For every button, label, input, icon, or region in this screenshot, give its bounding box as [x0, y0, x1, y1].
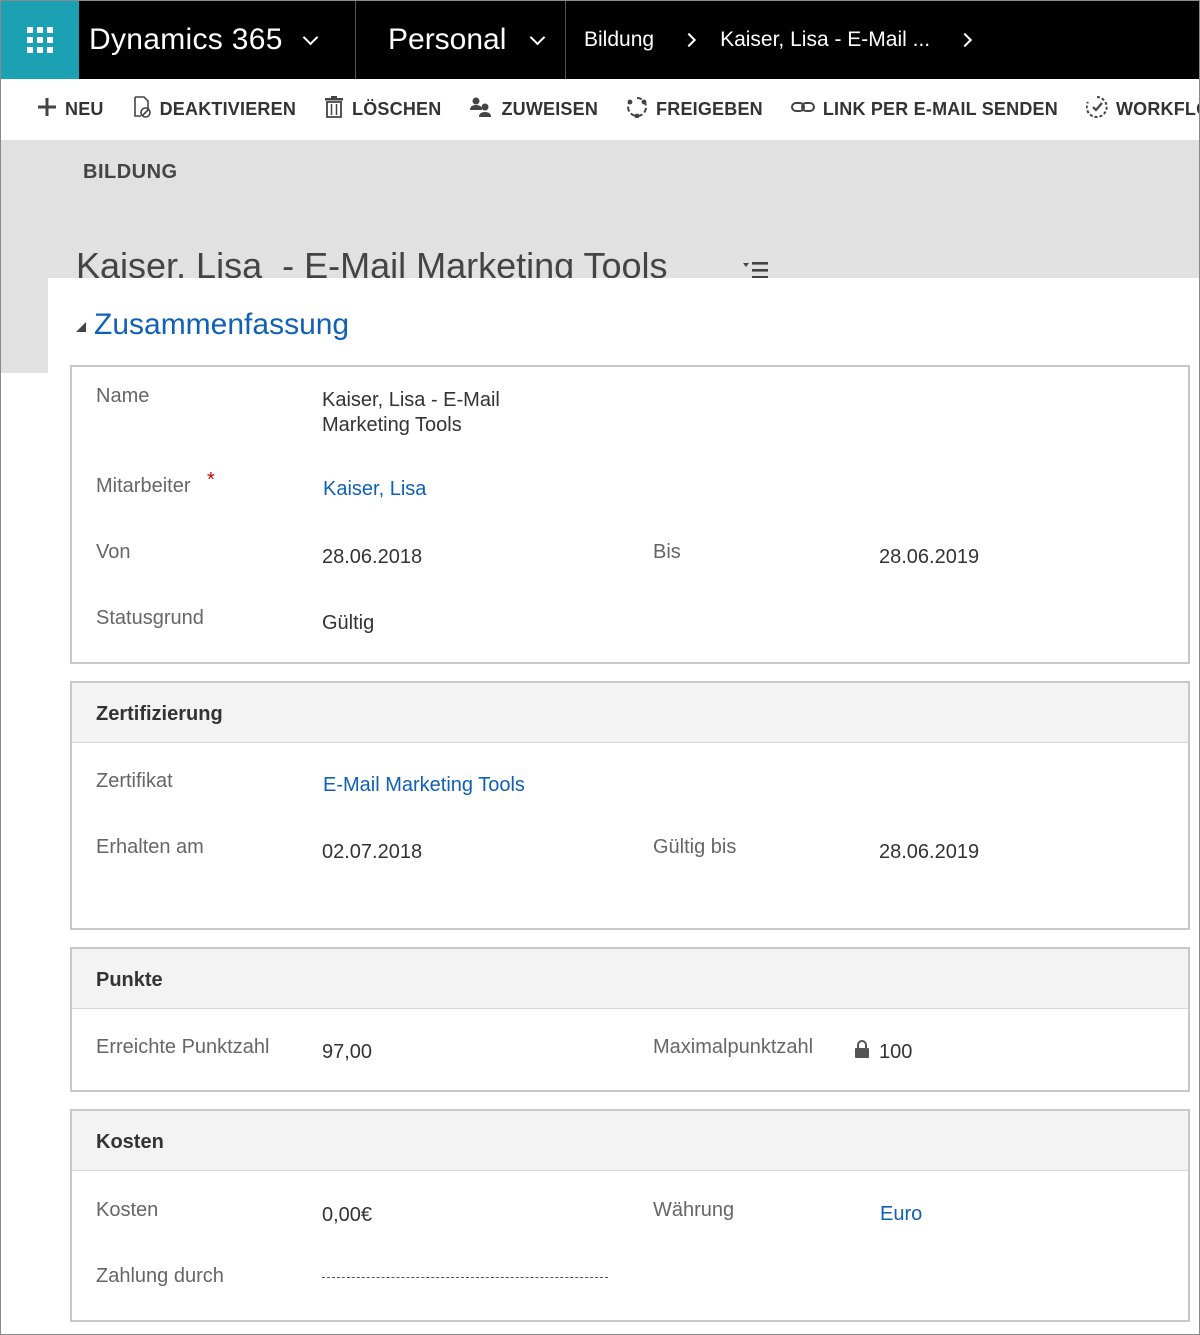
- deactivate-icon: [132, 96, 152, 123]
- paid-by-label: Zahlung durch: [96, 1265, 224, 1287]
- employee-lookup-link[interactable]: Kaiser, Lisa: [323, 477, 426, 502]
- share-button-label: FREIGEBEN: [656, 99, 763, 119]
- chevron-right-icon: [681, 32, 697, 48]
- section-certification: Zertifizierung Zertifikat E-Mail Marketi…: [70, 681, 1190, 930]
- workflow-button-label: WORKFLOW AUS: [1115, 99, 1199, 119]
- workflow-button[interactable]: WORKFLOW AUS: [1085, 96, 1199, 123]
- name-value-line2[interactable]: Marketing Tools: [322, 413, 462, 438]
- received-date-label: Erhalten am: [96, 836, 204, 858]
- email-link-button[interactable]: LINK PER E-MAIL SENDEN: [790, 99, 1058, 120]
- assign-icon: [469, 96, 493, 123]
- received-date-value[interactable]: 02.07.2018: [322, 840, 422, 865]
- email-link-button-label: LINK PER E-MAIL SENDEN: [822, 99, 1058, 119]
- delete-button[interactable]: LÖSCHEN: [324, 96, 441, 123]
- cost-label: Kosten: [96, 1199, 159, 1221]
- certificate-label: Zertifikat: [96, 770, 173, 792]
- area-switcher[interactable]: Personal: [356, 1, 565, 79]
- section-header: Zertifizierung: [72, 683, 1188, 743]
- name-value-line1[interactable]: Kaiser, Lisa - E-Mail: [322, 388, 500, 413]
- chevron-down-icon: [530, 29, 546, 45]
- section-title: Punkte: [96, 969, 163, 991]
- breadcrumb: Bildung Kaiser, Lisa - E-Mail ...: [566, 1, 973, 79]
- section-title: Kosten: [96, 1131, 164, 1153]
- cost-value[interactable]: 0,00€: [322, 1203, 372, 1228]
- plus-icon: [37, 97, 57, 122]
- employee-label: Mitarbeiter *: [96, 469, 215, 498]
- from-value[interactable]: 28.06.2018: [322, 545, 422, 570]
- section-costs: Kosten Kosten 0,00€ Währung Euro Zahlung…: [70, 1109, 1190, 1322]
- to-value[interactable]: 28.06.2019: [879, 545, 979, 570]
- assign-button[interactable]: ZUWEISEN: [469, 96, 598, 123]
- valid-until-value[interactable]: 28.06.2019: [879, 840, 979, 865]
- command-bar: NEU DEAKTIVIEREN LÖSCHEN ZUWEISEN FREIGE…: [1, 79, 1199, 141]
- waffle-icon: [27, 27, 53, 53]
- chevron-down-icon: [302, 29, 318, 45]
- section-header: Punkte: [72, 949, 1188, 1009]
- delete-button-label: LÖSCHEN: [352, 99, 442, 119]
- status-reason-label: Statusgrund: [96, 607, 204, 629]
- max-points-label: Maximalpunktzahl: [653, 1036, 814, 1058]
- link-icon: [790, 99, 815, 120]
- app-name: Dynamics 365: [89, 23, 283, 56]
- section-title: Zertifizierung: [96, 703, 223, 725]
- collapse-triangle-icon: [76, 322, 86, 332]
- workflow-icon: [1085, 96, 1108, 123]
- name-label: Name: [96, 385, 150, 407]
- paid-by-empty-field[interactable]: [322, 1277, 608, 1278]
- area-name: Personal: [388, 23, 507, 56]
- from-label: Von: [96, 541, 131, 563]
- deactivate-button-label: DEAKTIVIEREN: [159, 99, 297, 119]
- section-header: Kosten: [72, 1111, 1188, 1171]
- achieved-points-value[interactable]: 97,00: [322, 1040, 372, 1065]
- valid-until-label: Gültig bis: [653, 836, 737, 858]
- app-launcher-button[interactable]: [1, 1, 79, 79]
- required-marker: *: [207, 469, 215, 491]
- section-summary: Name Kaiser, Lisa - E-Mail Marketing Too…: [70, 365, 1190, 664]
- share-button[interactable]: FREIGEBEN: [626, 96, 763, 123]
- share-icon: [626, 96, 648, 123]
- chevron-right-icon[interactable]: [958, 32, 973, 48]
- employee-label-text: Mitarbeiter: [96, 475, 191, 497]
- breadcrumb-item-record[interactable]: Kaiser, Lisa - E-Mail ...: [720, 28, 930, 52]
- top-navigation-bar: Dynamics 365 Personal Bildung Kaiser, Li…: [1, 1, 1199, 79]
- header-band-edge: [1, 278, 48, 373]
- max-points-value: 100: [879, 1041, 913, 1063]
- section-points: Punkte Erreichte Punktzahl 97,00 Maximal…: [70, 947, 1190, 1092]
- currency-lookup-link[interactable]: Euro: [880, 1202, 922, 1227]
- tab-summary-label: Zusammenfassung: [94, 308, 350, 341]
- tab-summary-toggle[interactable]: Zusammenfassung: [76, 308, 349, 342]
- trash-icon: [324, 96, 344, 123]
- app-window: Dynamics 365 Personal Bildung Kaiser, Li…: [0, 0, 1200, 1335]
- entity-name: BILDUNG: [83, 161, 178, 183]
- assign-button-label: ZUWEISEN: [501, 99, 599, 119]
- achieved-points-label: Erreichte Punktzahl: [96, 1036, 270, 1058]
- certificate-lookup-link[interactable]: E-Mail Marketing Tools: [323, 773, 525, 798]
- deactivate-button[interactable]: DEAKTIVIEREN: [132, 96, 296, 123]
- app-switcher[interactable]: Dynamics 365: [79, 1, 355, 79]
- breadcrumb-item-entity[interactable]: Bildung: [584, 28, 654, 52]
- to-label: Bis: [653, 541, 681, 563]
- status-reason-value[interactable]: Gültig: [322, 611, 374, 636]
- new-button[interactable]: NEU: [37, 97, 104, 122]
- lock-icon: [854, 1039, 870, 1064]
- new-button-label: NEU: [65, 99, 104, 119]
- currency-label: Währung: [653, 1199, 735, 1221]
